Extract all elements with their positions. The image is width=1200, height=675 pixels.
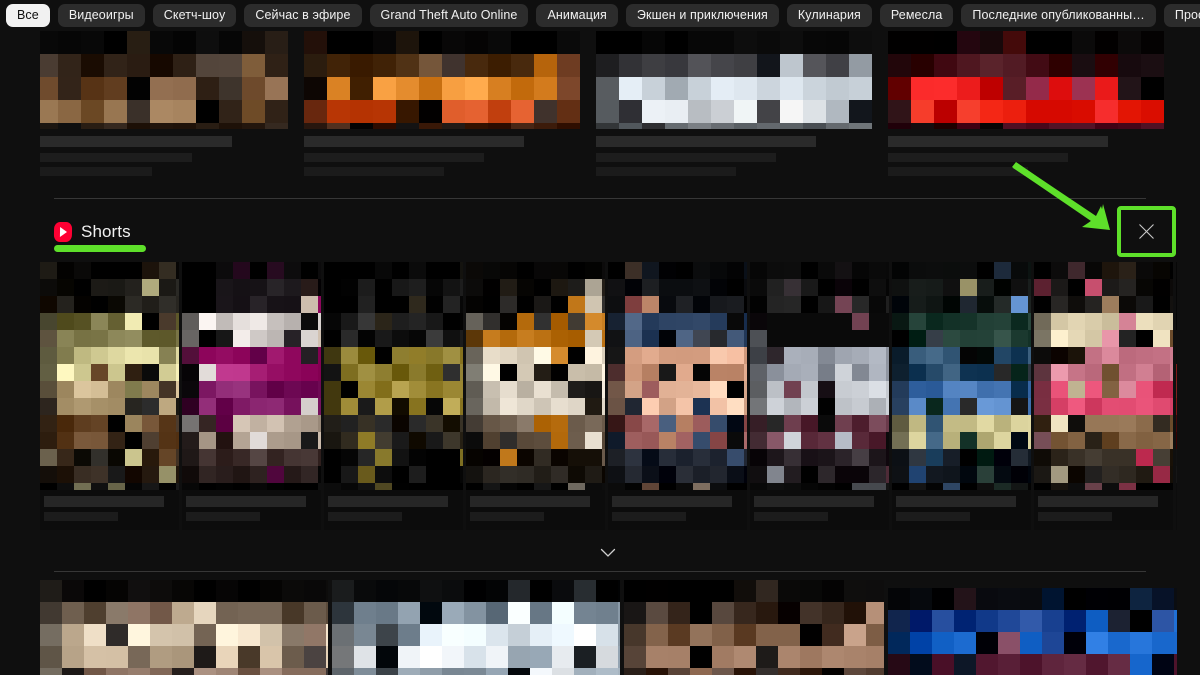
shorts-views-placeholder bbox=[896, 512, 970, 521]
shorts-views-placeholder bbox=[612, 512, 686, 521]
shorts-item[interactable] bbox=[40, 262, 179, 530]
shorts-shelf-title: Shorts bbox=[81, 222, 131, 241]
shorts-item[interactable] bbox=[750, 262, 889, 530]
shorts-shelf-header[interactable]: Shorts bbox=[53, 218, 131, 246]
shorts-views-placeholder bbox=[186, 512, 260, 521]
video-thumbnail[interactable] bbox=[596, 31, 872, 129]
shorts-item[interactable] bbox=[892, 262, 1031, 530]
shorts-thumbnail[interactable] bbox=[182, 262, 321, 490]
video-thumbnail[interactable] bbox=[888, 588, 1177, 675]
shorts-thumbnail[interactable] bbox=[608, 262, 747, 490]
chip-10[interactable]: Просмотрено bbox=[1163, 4, 1200, 27]
shorts-expand-button[interactable] bbox=[594, 541, 622, 565]
shorts-views-placeholder bbox=[328, 512, 402, 521]
chip-3[interactable]: Сейчас в эфире bbox=[244, 4, 362, 27]
shorts-views-placeholder bbox=[1038, 512, 1112, 521]
video-card[interactable] bbox=[0, 31, 288, 191]
chip-1[interactable]: Видеоигры bbox=[57, 4, 145, 27]
video-metadata-placeholder bbox=[304, 136, 524, 147]
video-metadata-placeholder bbox=[596, 167, 736, 176]
shorts-title-placeholder bbox=[896, 496, 1016, 507]
shorts-thumbnail[interactable] bbox=[892, 262, 1031, 490]
video-thumbnail[interactable] bbox=[40, 580, 328, 675]
video-grid-row-bottom bbox=[0, 580, 1200, 675]
shorts-thumbnail[interactable] bbox=[750, 262, 889, 490]
video-metadata-placeholder bbox=[888, 167, 1028, 176]
annotation-underline-highlight bbox=[54, 245, 146, 252]
chip-4[interactable]: Grand Theft Auto Online bbox=[369, 4, 529, 27]
shorts-title-placeholder bbox=[44, 496, 164, 507]
shorts-carousel[interactable] bbox=[40, 262, 1177, 530]
chip-5[interactable]: Анимация bbox=[536, 4, 618, 27]
shorts-item[interactable] bbox=[182, 262, 321, 530]
video-metadata-placeholder bbox=[12, 136, 232, 147]
shorts-thumbnail[interactable] bbox=[324, 262, 463, 490]
shorts-title-placeholder bbox=[1038, 496, 1158, 507]
video-thumbnail[interactable] bbox=[624, 580, 884, 675]
shorts-views-placeholder bbox=[44, 512, 118, 521]
video-thumbnail[interactable] bbox=[304, 31, 580, 129]
video-metadata-placeholder bbox=[888, 136, 1108, 147]
shorts-item[interactable] bbox=[466, 262, 605, 530]
shorts-thumbnail[interactable] bbox=[40, 262, 179, 490]
shorts-item[interactable] bbox=[324, 262, 463, 530]
chip-9[interactable]: Последние опубликованны… bbox=[961, 4, 1156, 27]
close-icon bbox=[1139, 224, 1154, 239]
video-metadata-placeholder bbox=[596, 153, 776, 162]
shorts-views-placeholder bbox=[754, 512, 828, 521]
shorts-title-placeholder bbox=[612, 496, 732, 507]
video-card[interactable] bbox=[584, 31, 872, 191]
video-thumbnail[interactable] bbox=[332, 580, 620, 675]
category-chip-bar[interactable]: Все Видеоигры Скетч-шоу Сейчас в эфире Grand… bbox=[0, 0, 1200, 31]
section-divider-top bbox=[54, 198, 1146, 199]
shorts-title-placeholder bbox=[754, 496, 874, 507]
chip-2[interactable]: Скетч-шоу bbox=[152, 4, 237, 27]
video-metadata-placeholder bbox=[304, 153, 484, 162]
shorts-title-placeholder bbox=[470, 496, 590, 507]
video-grid-row-top bbox=[0, 31, 1200, 191]
shorts-views-placeholder bbox=[470, 512, 544, 521]
section-divider-bottom bbox=[54, 571, 1146, 572]
shorts-item[interactable] bbox=[608, 262, 747, 530]
shorts-close-button[interactable] bbox=[1117, 206, 1176, 257]
chip-0[interactable]: Все bbox=[6, 4, 50, 27]
video-card[interactable] bbox=[292, 31, 580, 191]
shorts-thumbnail[interactable] bbox=[466, 262, 605, 490]
shorts-item[interactable] bbox=[1034, 262, 1173, 530]
video-metadata-placeholder bbox=[304, 167, 444, 176]
chip-7[interactable]: Кулинария bbox=[786, 4, 872, 27]
chip-6[interactable]: Экшен и приключения bbox=[625, 4, 779, 27]
shorts-title-placeholder bbox=[328, 496, 448, 507]
video-thumbnail[interactable] bbox=[888, 31, 1164, 129]
right-gutter bbox=[1177, 0, 1200, 675]
video-card[interactable] bbox=[876, 31, 1164, 191]
shorts-logo-icon bbox=[53, 222, 73, 242]
chevron-down-icon bbox=[600, 548, 616, 557]
shorts-thumbnail[interactable] bbox=[1034, 262, 1173, 490]
left-gutter bbox=[0, 0, 40, 675]
chip-8[interactable]: Ремесла bbox=[879, 4, 954, 27]
shorts-title-placeholder bbox=[186, 496, 306, 507]
video-metadata-placeholder bbox=[888, 153, 1068, 162]
video-thumbnail[interactable] bbox=[12, 31, 288, 129]
video-metadata-placeholder bbox=[596, 136, 816, 147]
